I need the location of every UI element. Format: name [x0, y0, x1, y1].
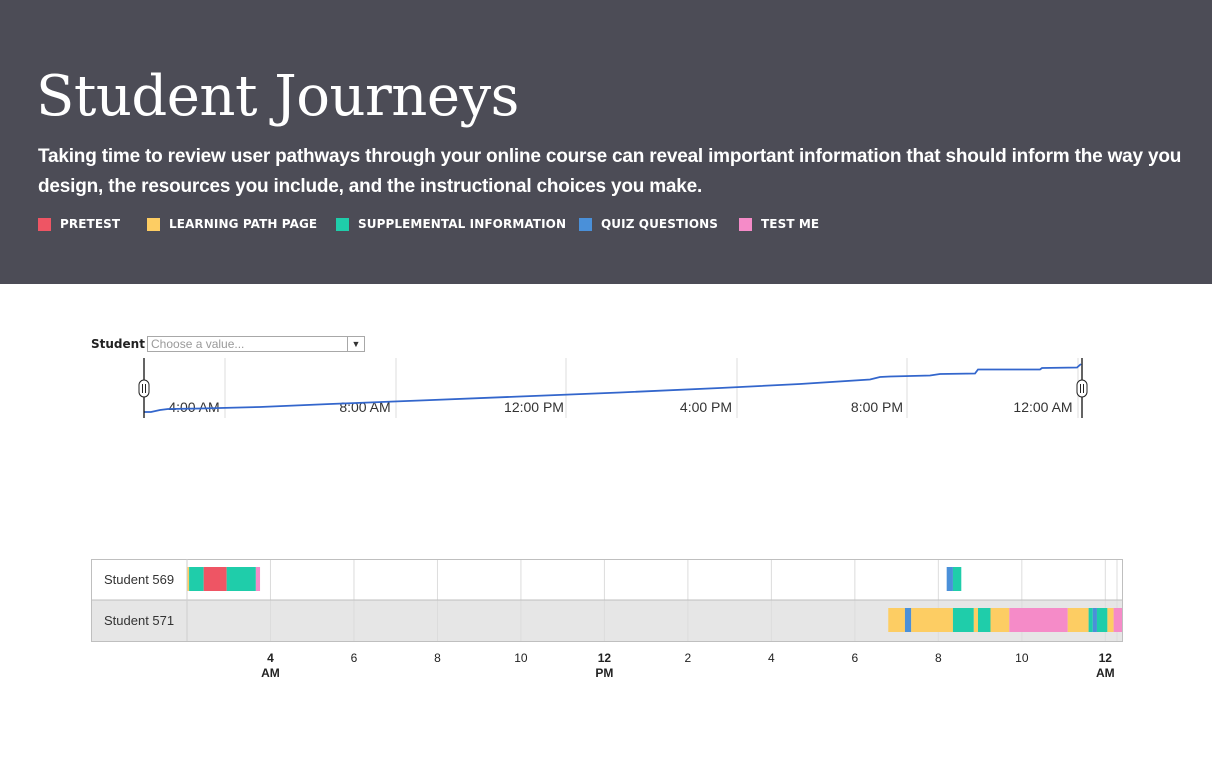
timeline-tick-label: 10 — [1015, 651, 1029, 665]
timeline-segment[interactable] — [255, 567, 261, 591]
timeline-segment[interactable] — [911, 608, 953, 632]
timeline-tick-label: 4 — [768, 651, 775, 665]
timeline-tick-label: 4 — [267, 651, 274, 665]
timeline-segment[interactable] — [1113, 608, 1122, 632]
timeline-tick-label: 8 — [935, 651, 942, 665]
timeline-segment[interactable] — [1009, 608, 1068, 632]
timeline-segment[interactable] — [888, 608, 905, 632]
timeline-tick-label: 12 — [1099, 651, 1113, 665]
timeline-tick-sublabel: PM — [595, 666, 613, 680]
timeline-segment[interactable] — [189, 567, 204, 591]
timeline-tick-label: 2 — [685, 651, 692, 665]
timeline-tick-label: 8 — [434, 651, 441, 665]
timeline-segment[interactable] — [226, 567, 256, 591]
timeline-segment[interactable] — [952, 608, 974, 632]
timeline-segment[interactable] — [904, 608, 912, 632]
timeline-tick-label: 6 — [852, 651, 859, 665]
timeline-tick-label: 6 — [351, 651, 358, 665]
timeline-segment[interactable] — [1067, 608, 1089, 632]
timeline-segment[interactable] — [977, 608, 991, 632]
timeline-row-label: Student 569 — [104, 572, 174, 587]
timeline-segment[interactable] — [990, 608, 1010, 632]
timeline-tick-label: 12 — [598, 651, 612, 665]
timeline-segment[interactable] — [1092, 608, 1097, 632]
timeline-chart: Student 569Student 5714AM6 8 10 12PM2 4 6 8 10 1… — [91, 559, 1123, 680]
timeline-tick-sublabel: AM — [261, 666, 280, 680]
timeline-tick-sublabel: AM — [1096, 666, 1115, 680]
timeline-segment[interactable] — [1096, 608, 1108, 632]
timeline-segment[interactable] — [952, 567, 962, 591]
timeline-segment[interactable] — [1107, 608, 1114, 632]
timeline-segment[interactable] — [946, 567, 953, 591]
timeline-tick-label: 10 — [514, 651, 528, 665]
timeline-row-label: Student 571 — [104, 613, 174, 628]
timeline-segment[interactable] — [973, 608, 978, 632]
timeline-segment[interactable] — [203, 567, 227, 591]
timeline-segment[interactable] — [1088, 608, 1093, 632]
